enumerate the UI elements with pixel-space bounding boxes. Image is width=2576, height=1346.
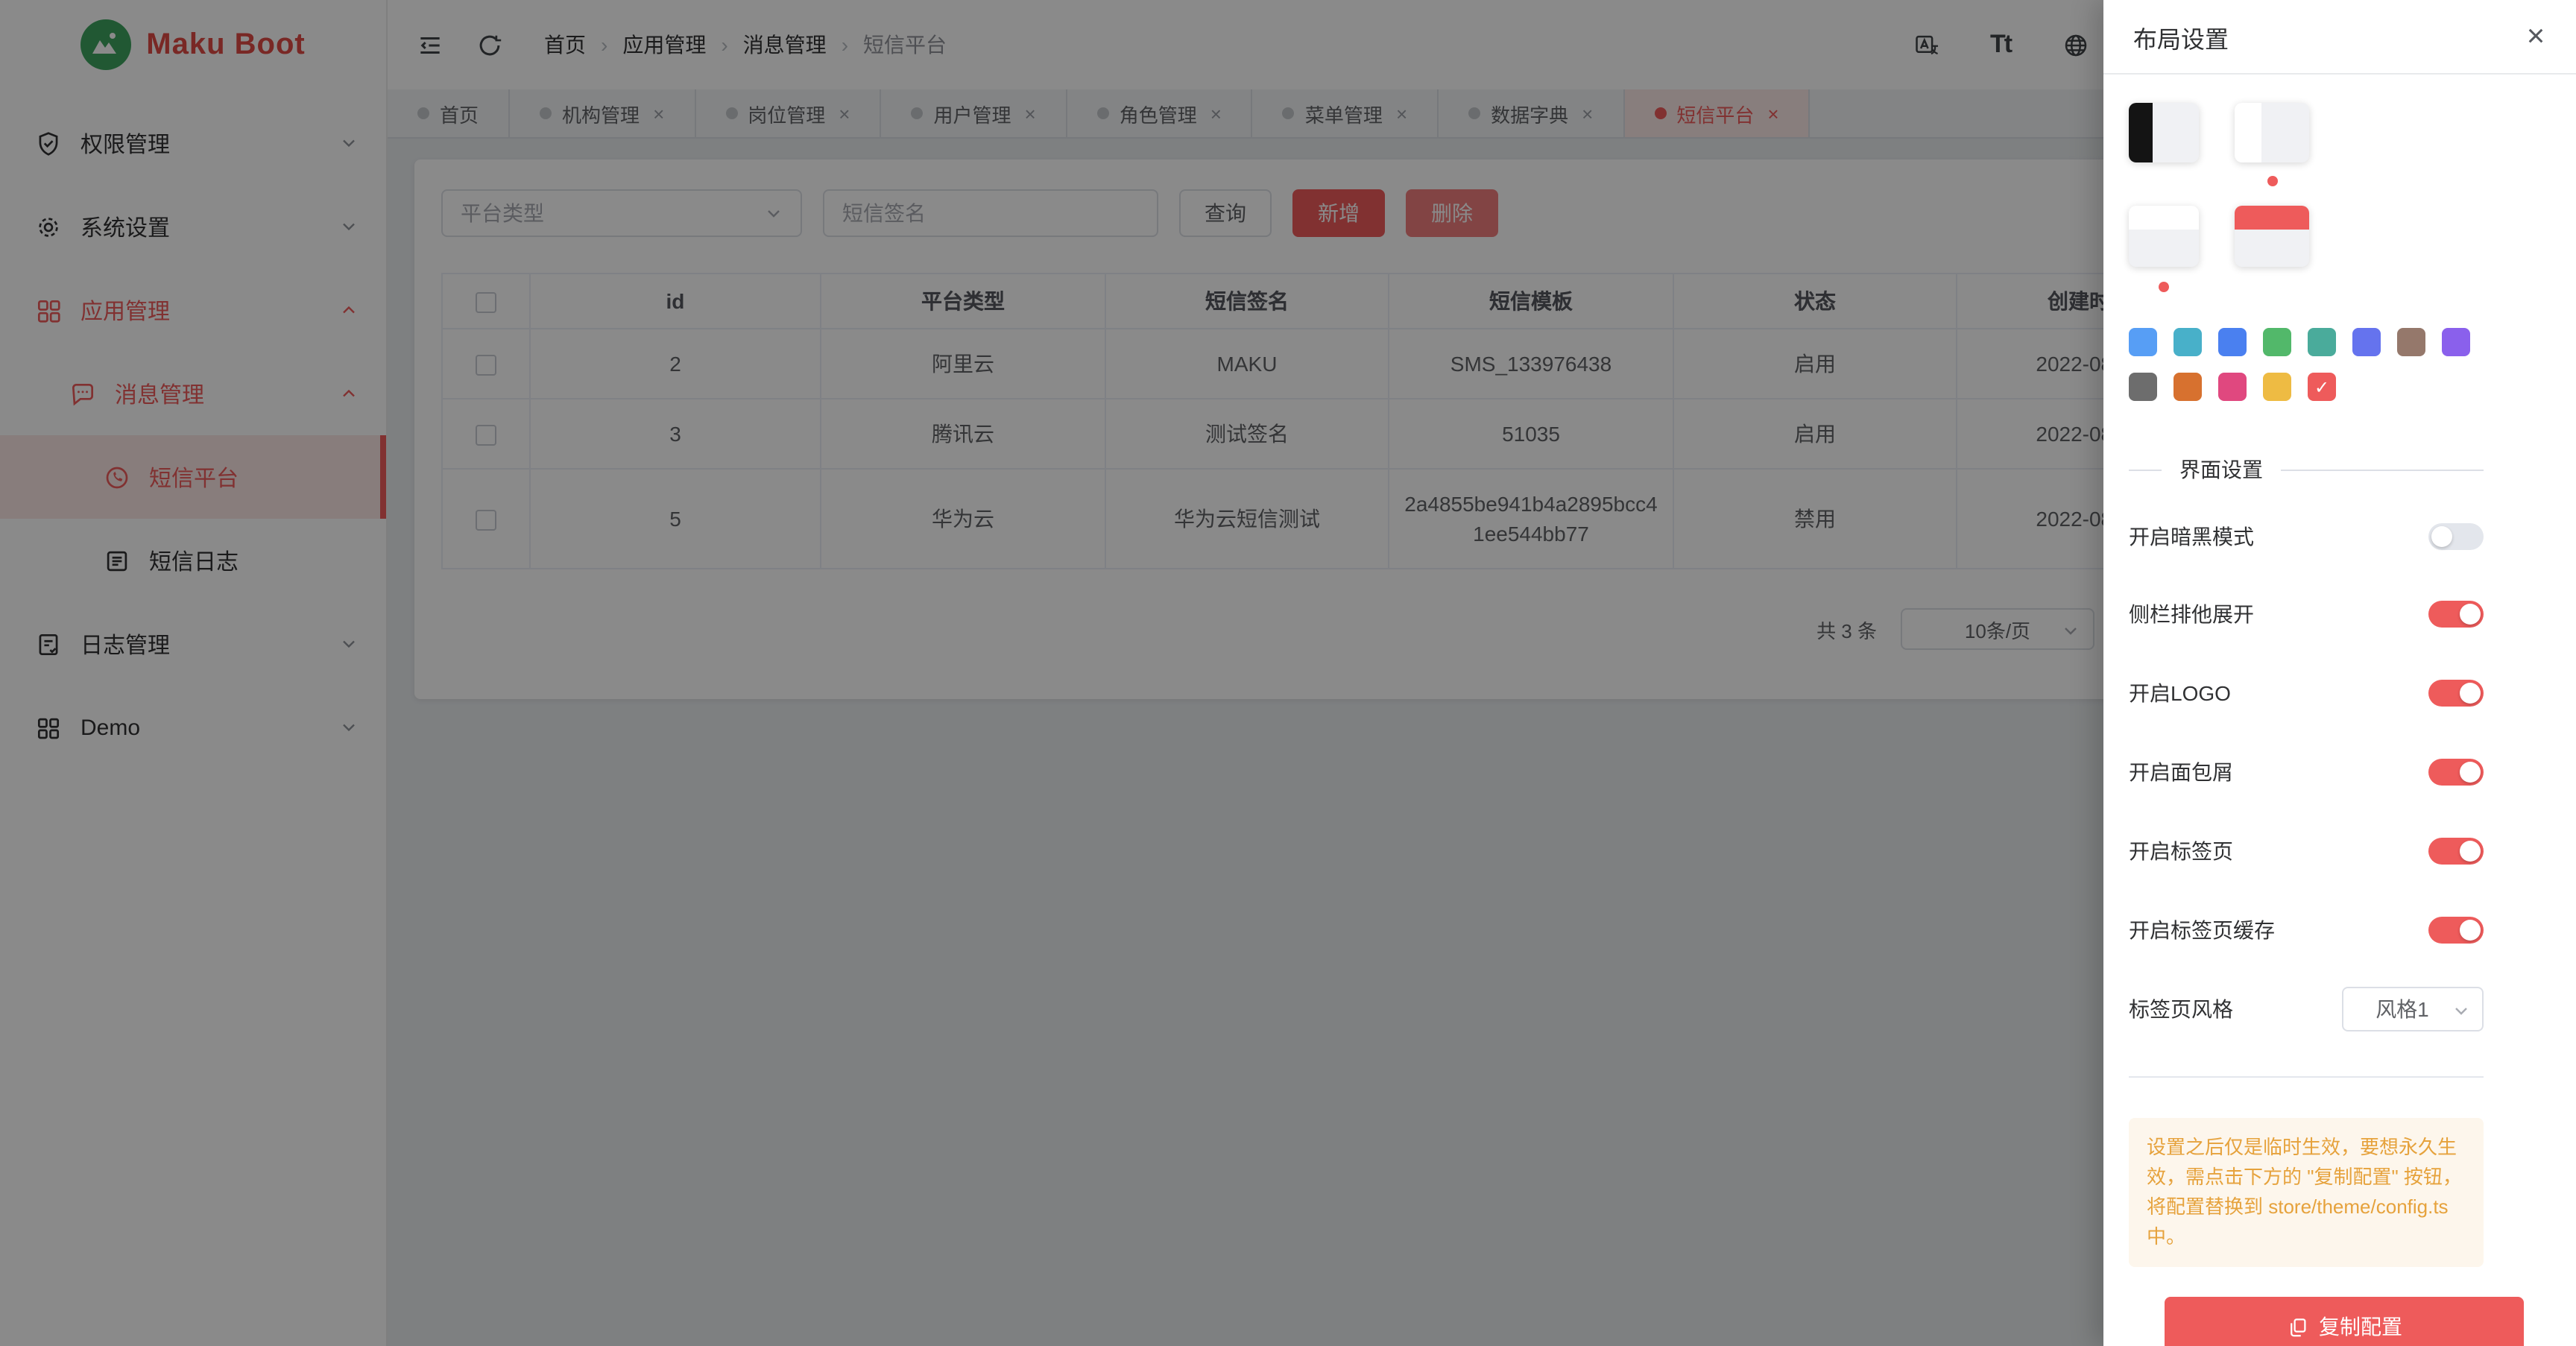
color-swatch[interactable] bbox=[2218, 328, 2247, 356]
color-swatch[interactable] bbox=[2352, 328, 2381, 356]
color-swatch[interactable] bbox=[2129, 328, 2157, 356]
setting-tab-cache: 开启标签页缓存 bbox=[2129, 906, 2484, 954]
setting-breadcrumb: 开启面包屑 bbox=[2129, 748, 2484, 796]
color-swatch[interactable] bbox=[2174, 328, 2202, 356]
color-swatch[interactable] bbox=[2442, 328, 2470, 356]
tabs-toggle[interactable] bbox=[2428, 838, 2484, 865]
dark-mode-toggle[interactable] bbox=[2428, 523, 2484, 550]
color-swatch[interactable] bbox=[2174, 373, 2202, 401]
color-swatch[interactable] bbox=[2397, 328, 2425, 356]
selected-dot bbox=[2267, 176, 2278, 186]
setting-tab-style: 标签页风格 风格1 bbox=[2129, 985, 2484, 1033]
color-swatch[interactable] bbox=[2218, 373, 2247, 401]
layout-thumb-dark-sidebar[interactable] bbox=[2129, 103, 2199, 162]
app-window: Maku Boot 权限管理 系统设置 应用管理 消息管理 bbox=[0, 0, 2576, 1346]
theme-color-picker: ✓ bbox=[2129, 328, 2494, 401]
color-swatch[interactable] bbox=[2263, 328, 2291, 356]
setting-logo: 开启LOGO bbox=[2129, 669, 2484, 717]
layout-thumb-light-header[interactable] bbox=[2129, 206, 2199, 267]
logo-toggle[interactable] bbox=[2428, 680, 2484, 707]
settings-notice: 设置之后仅是临时生效，要想永久生效，需点击下方的 "复制配置" 按钮，将配置替换… bbox=[2129, 1118, 2484, 1267]
selected-dot bbox=[2159, 282, 2169, 292]
color-swatch[interactable] bbox=[2308, 328, 2336, 356]
tab-cache-toggle[interactable] bbox=[2428, 917, 2484, 944]
copy-icon bbox=[2286, 1315, 2308, 1338]
color-swatch[interactable] bbox=[2129, 373, 2157, 401]
interface-settings-heading: 界面设置 bbox=[2129, 455, 2484, 484]
layout-thumb-light-sidebar[interactable] bbox=[2235, 103, 2309, 162]
close-icon[interactable]: × bbox=[2521, 22, 2551, 51]
tab-style-select[interactable]: 风格1 bbox=[2342, 987, 2484, 1031]
copy-config-button[interactable]: 复制配置 bbox=[2165, 1297, 2524, 1346]
drawer-overlay[interactable] bbox=[0, 0, 2103, 1346]
color-swatch[interactable] bbox=[2263, 373, 2291, 401]
layout-settings-drawer: 布局设置 × bbox=[2103, 0, 2576, 1346]
drawer-title: 布局设置 bbox=[2133, 19, 2229, 54]
color-swatch-selected[interactable]: ✓ bbox=[2308, 373, 2336, 401]
check-icon: ✓ bbox=[2314, 376, 2329, 397]
sidebar-exclusive-toggle[interactable] bbox=[2428, 601, 2484, 628]
chevron-down-icon bbox=[2452, 1002, 2470, 1020]
setting-dark-mode: 开启暗黑模式 bbox=[2129, 513, 2484, 560]
drawer-header: 布局设置 × bbox=[2103, 0, 2576, 75]
breadcrumb-toggle[interactable] bbox=[2428, 759, 2484, 786]
setting-tabs: 开启标签页 bbox=[2129, 827, 2484, 875]
setting-sidebar-exclusive: 侧栏排他展开 bbox=[2129, 590, 2484, 638]
drawer-divider bbox=[2129, 1076, 2484, 1078]
layout-thumb-red-header[interactable] bbox=[2235, 206, 2309, 267]
